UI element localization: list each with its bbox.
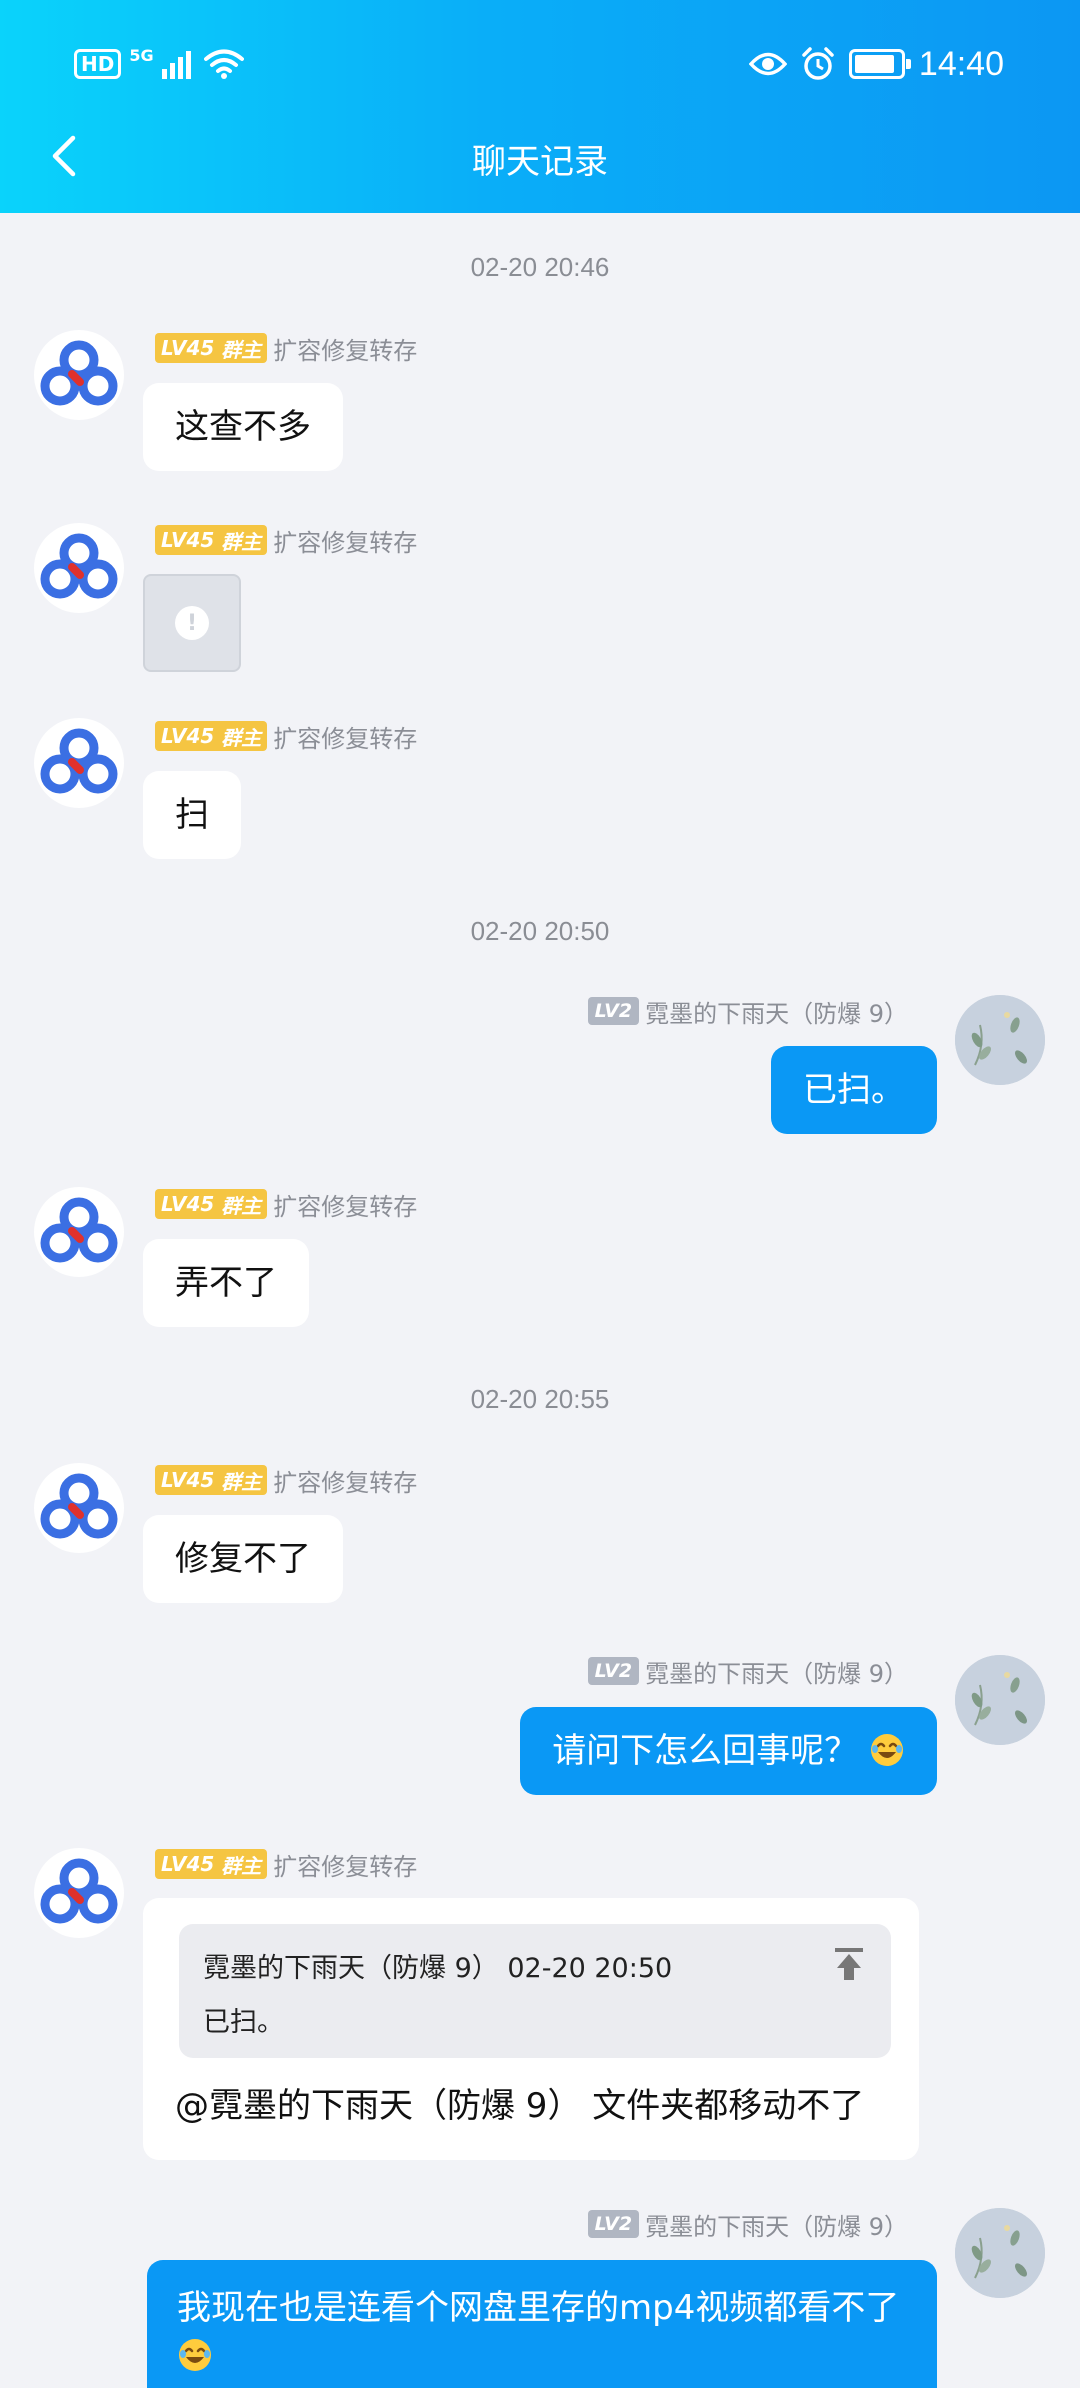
quoted-message[interactable]: 霓墨的下雨天（防爆 9） 02-20 20:50 已扫。 <box>179 1924 891 2058</box>
laughing-tears-emoji-icon <box>179 2339 211 2371</box>
laughing-tears-emoji-icon <box>871 1734 903 1766</box>
cloud-logo-icon <box>40 1473 118 1539</box>
message-bubble-self[interactable]: 请问下怎么回事呢？ <box>520 1707 937 1795</box>
sender-meta: LV2 霓墨的下雨天（防爆 9） <box>587 2208 908 2241</box>
sender-name: 霓墨的下雨天（防爆 9） <box>645 1659 908 1688</box>
timestamp: 02-20 20:50 <box>470 916 610 946</box>
sender-name: 扩容修复转存 <box>273 336 418 365</box>
timestamp: 02-20 20:55 <box>470 1384 610 1414</box>
level-text: LV45 <box>161 336 215 360</box>
sender-meta: LV45 群主 扩容修复转存 <box>155 1464 418 1497</box>
role-text: 群主 <box>221 1853 262 1878</box>
level-text: LV45 <box>161 1852 215 1876</box>
role-text: 群主 <box>221 1193 262 1218</box>
message-bubble[interactable]: 扫 <box>143 771 241 859</box>
level-text: LV45 <box>161 1468 215 1492</box>
message-text: 请问下怎么回事呢？ <box>552 1731 859 1771</box>
message-bubble[interactable]: 弄不了 <box>143 1239 309 1327</box>
level-text: LV45 <box>161 1192 215 1216</box>
sender-name: 扩容修复转存 <box>273 528 418 557</box>
sender-meta: LV2 霓墨的下雨天（防爆 9） <box>587 995 908 1028</box>
quote-header: 霓墨的下雨天（防爆 9） 02-20 20:50 <box>203 1953 673 1984</box>
level-badge: LV45 群主 <box>155 721 268 751</box>
level-badge: LV45 群主 <box>155 1465 268 1495</box>
leaf-pattern-icon <box>955 2208 1045 2298</box>
sender-meta: LV45 群主 扩容修复转存 <box>155 332 418 365</box>
hd-indicator: HD <box>74 49 122 79</box>
reply-message-bubble[interactable]: 霓墨的下雨天（防爆 9） 02-20 20:50 已扫。 @霓墨的下雨天（防爆 … <box>143 1898 919 2160</box>
avatar-self[interactable] <box>955 1655 1045 1745</box>
message-bubble-self[interactable]: 已扫。 <box>771 1046 937 1134</box>
cloud-logo-icon <box>40 728 118 794</box>
message-bubble-self[interactable]: 我现在也是连看个网盘里存的mp4视频都看不了 <box>147 2260 937 2388</box>
cloud-logo-icon <box>40 533 118 599</box>
sender-name: 扩容修复转存 <box>273 1852 418 1881</box>
sender-name: 霓墨的下雨天（防爆 9） <box>645 999 908 1028</box>
level-badge: LV2 <box>587 2210 640 2238</box>
role-text: 群主 <box>221 337 262 362</box>
level-badge: LV2 <box>587 1657 640 1685</box>
sender-meta: LV45 群主 扩容修复转存 <box>155 524 418 557</box>
leaf-pattern-icon <box>955 995 1045 1085</box>
sender-meta: LV2 霓墨的下雨天（防爆 9） <box>587 1655 908 1688</box>
reply-text: @霓墨的下雨天（防爆 9） 文件夹都移动不了 <box>175 2086 865 2126</box>
cloud-logo-icon <box>40 1197 118 1263</box>
avatar[interactable] <box>34 1463 124 1553</box>
level-badge: LV45 群主 <box>155 1189 268 1219</box>
status-bar-right: 14:40 <box>748 40 1004 88</box>
failed-image-message[interactable]: ! <box>143 574 241 672</box>
sender-name: 扩容修复转存 <box>273 724 418 753</box>
error-icon: ! <box>175 606 209 640</box>
battery-icon <box>848 49 911 79</box>
signal-icon <box>161 51 191 79</box>
role-text: 群主 <box>221 1469 262 1494</box>
message-bubble[interactable]: 这查不多 <box>143 383 343 471</box>
sender-meta: LV45 群主 扩容修复转存 <box>155 720 418 753</box>
sender-name: 扩容修复转存 <box>273 1468 418 1497</box>
sender-name: 霓墨的下雨天（防爆 9） <box>645 2212 908 2241</box>
status-time: 14:40 <box>918 44 1004 83</box>
leaf-pattern-icon <box>955 1655 1045 1745</box>
level-text: LV45 <box>161 724 215 748</box>
avatar-self[interactable] <box>955 2208 1045 2298</box>
avatar[interactable] <box>34 1187 124 1277</box>
avatar[interactable] <box>34 330 124 420</box>
level-badge: LV45 群主 <box>155 1849 268 1879</box>
avatar[interactable] <box>34 523 124 613</box>
level-badge: LV2 <box>587 997 640 1025</box>
avatar[interactable] <box>34 1848 124 1938</box>
sender-meta: LV45 群主 扩容修复转存 <box>155 1188 418 1221</box>
avatar[interactable] <box>34 718 124 808</box>
sender-meta: LV45 群主 扩容修复转存 <box>155 1848 418 1881</box>
alarm-icon <box>802 47 834 80</box>
level-badge: LV45 群主 <box>155 333 268 363</box>
level-text: LV45 <box>161 528 215 552</box>
network-type: 5G <box>129 46 154 65</box>
quote-text: 已扫。 <box>203 2007 284 2038</box>
eye-icon <box>748 52 787 76</box>
status-bar-left: HD 5G <box>74 44 244 84</box>
page-title: 聊天记录 <box>472 142 608 182</box>
role-text: 群主 <box>221 529 262 554</box>
sender-name: 扩容修复转存 <box>273 1192 418 1221</box>
message-bubble[interactable]: 修复不了 <box>143 1515 343 1603</box>
wifi-icon <box>203 49 244 79</box>
cloud-logo-icon <box>40 1858 118 1924</box>
avatar-self[interactable] <box>955 995 1045 1085</box>
cloud-logo-icon <box>40 340 118 406</box>
level-badge: LV45 群主 <box>155 525 268 555</box>
timestamp: 02-20 20:46 <box>470 252 610 282</box>
jump-to-top-icon[interactable] <box>829 1944 869 1984</box>
role-text: 群主 <box>221 725 262 750</box>
app-header: HD 5G 14:40 聊天记录 <box>0 0 1080 213</box>
message-text: 我现在也是连看个网盘里存的mp4视频都看不了 <box>177 2288 900 2328</box>
